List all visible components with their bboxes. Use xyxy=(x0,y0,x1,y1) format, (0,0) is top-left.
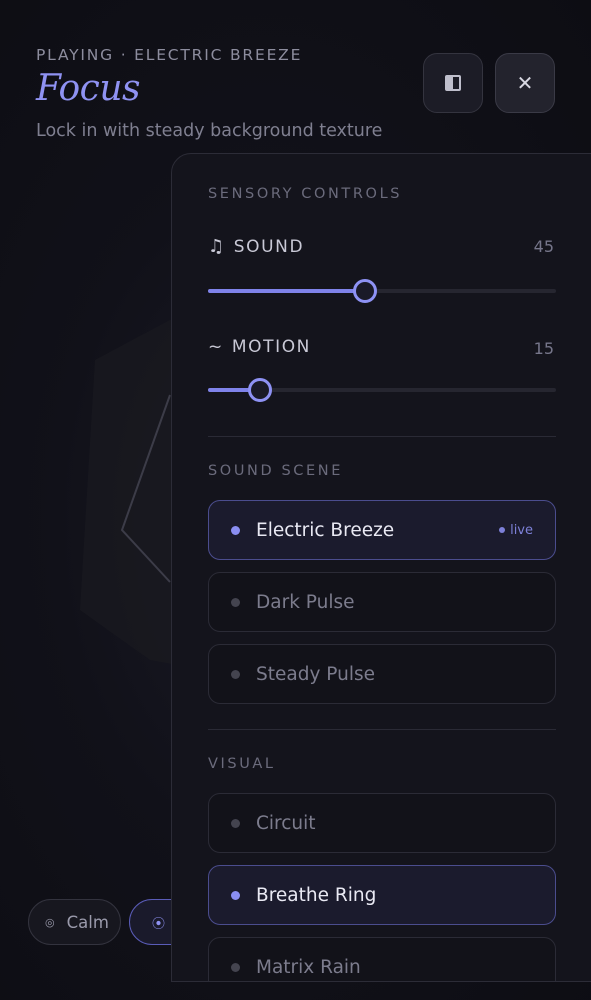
motion-slider[interactable] xyxy=(208,378,556,402)
visual-option-matrix-rain[interactable]: Matrix Rain xyxy=(208,937,556,981)
sound-slider[interactable] xyxy=(208,279,556,303)
visual-title: VISUAL xyxy=(208,756,276,772)
scene-option-dark-pulse[interactable]: Dark Pulse xyxy=(208,572,556,632)
motion-value: 15 xyxy=(533,339,554,358)
unselected-dot-icon xyxy=(231,818,240,828)
slider-thumb[interactable] xyxy=(248,378,273,402)
mode-title: Focus xyxy=(36,68,141,109)
selected-dot-icon xyxy=(231,890,240,900)
sound-label: ♫ SOUND xyxy=(208,236,304,257)
motion-label: ~ MOTION xyxy=(208,337,311,357)
visual-label: Breathe Ring xyxy=(256,884,377,906)
unselected-dot-icon xyxy=(231,962,240,972)
visual-option-circuit[interactable]: Circuit xyxy=(208,793,556,853)
scene-label: Steady Pulse xyxy=(256,663,376,685)
sidebar-toggle-icon xyxy=(445,75,461,91)
scene-option-steady-pulse[interactable]: Steady Pulse xyxy=(208,644,556,704)
live-badge-text: live xyxy=(510,522,533,538)
music-note-icon: ♫ xyxy=(208,236,226,257)
close-icon: ✕ xyxy=(516,71,534,95)
visual-option-breathe-ring[interactable]: Breathe Ring xyxy=(208,865,556,925)
calm-icon: ◎ xyxy=(45,915,55,929)
slider-thumb[interactable] xyxy=(352,279,377,303)
sensory-controls-title: SENSORY CONTROLS xyxy=(208,186,403,202)
mode-chip-label: Calm xyxy=(66,912,109,932)
visual-label: Circuit xyxy=(256,812,316,834)
motion-label-text: MOTION xyxy=(231,337,312,357)
sidebar-toggle-button[interactable] xyxy=(423,53,483,113)
mode-chip-calm[interactable]: ◎ Calm xyxy=(28,899,121,945)
divider xyxy=(208,729,556,730)
visual-label: Matrix Rain xyxy=(256,956,361,978)
scene-label: Electric Breeze xyxy=(256,519,395,541)
slider-fill xyxy=(208,289,365,293)
sound-scene-title: SOUND SCENE xyxy=(208,463,343,479)
settings-panel: SENSORY CONTROLS ♫ SOUND 45 ~ MOTION 15 … xyxy=(171,153,591,982)
header: PLAYING · ELECTRIC BREEZE Focus Lock in … xyxy=(36,46,382,141)
mode-subtitle: Lock in with steady background texture xyxy=(36,121,383,141)
live-dot-icon xyxy=(499,527,506,533)
scene-label: Dark Pulse xyxy=(256,591,355,613)
wave-icon: ~ xyxy=(208,337,224,357)
now-playing-label: PLAYING · ELECTRIC BREEZE xyxy=(36,46,303,64)
divider xyxy=(208,436,556,437)
close-button[interactable]: ✕ xyxy=(495,53,555,113)
sound-label-text: SOUND xyxy=(233,236,305,257)
scene-option-electric-breeze[interactable]: Electric Breeze live xyxy=(208,500,556,560)
selected-dot-icon xyxy=(231,525,240,535)
focus-icon: ⦿ xyxy=(152,916,166,932)
unselected-dot-icon xyxy=(231,597,240,607)
sound-value: 45 xyxy=(533,237,554,256)
live-badge: live xyxy=(499,523,533,538)
unselected-dot-icon xyxy=(231,669,240,679)
